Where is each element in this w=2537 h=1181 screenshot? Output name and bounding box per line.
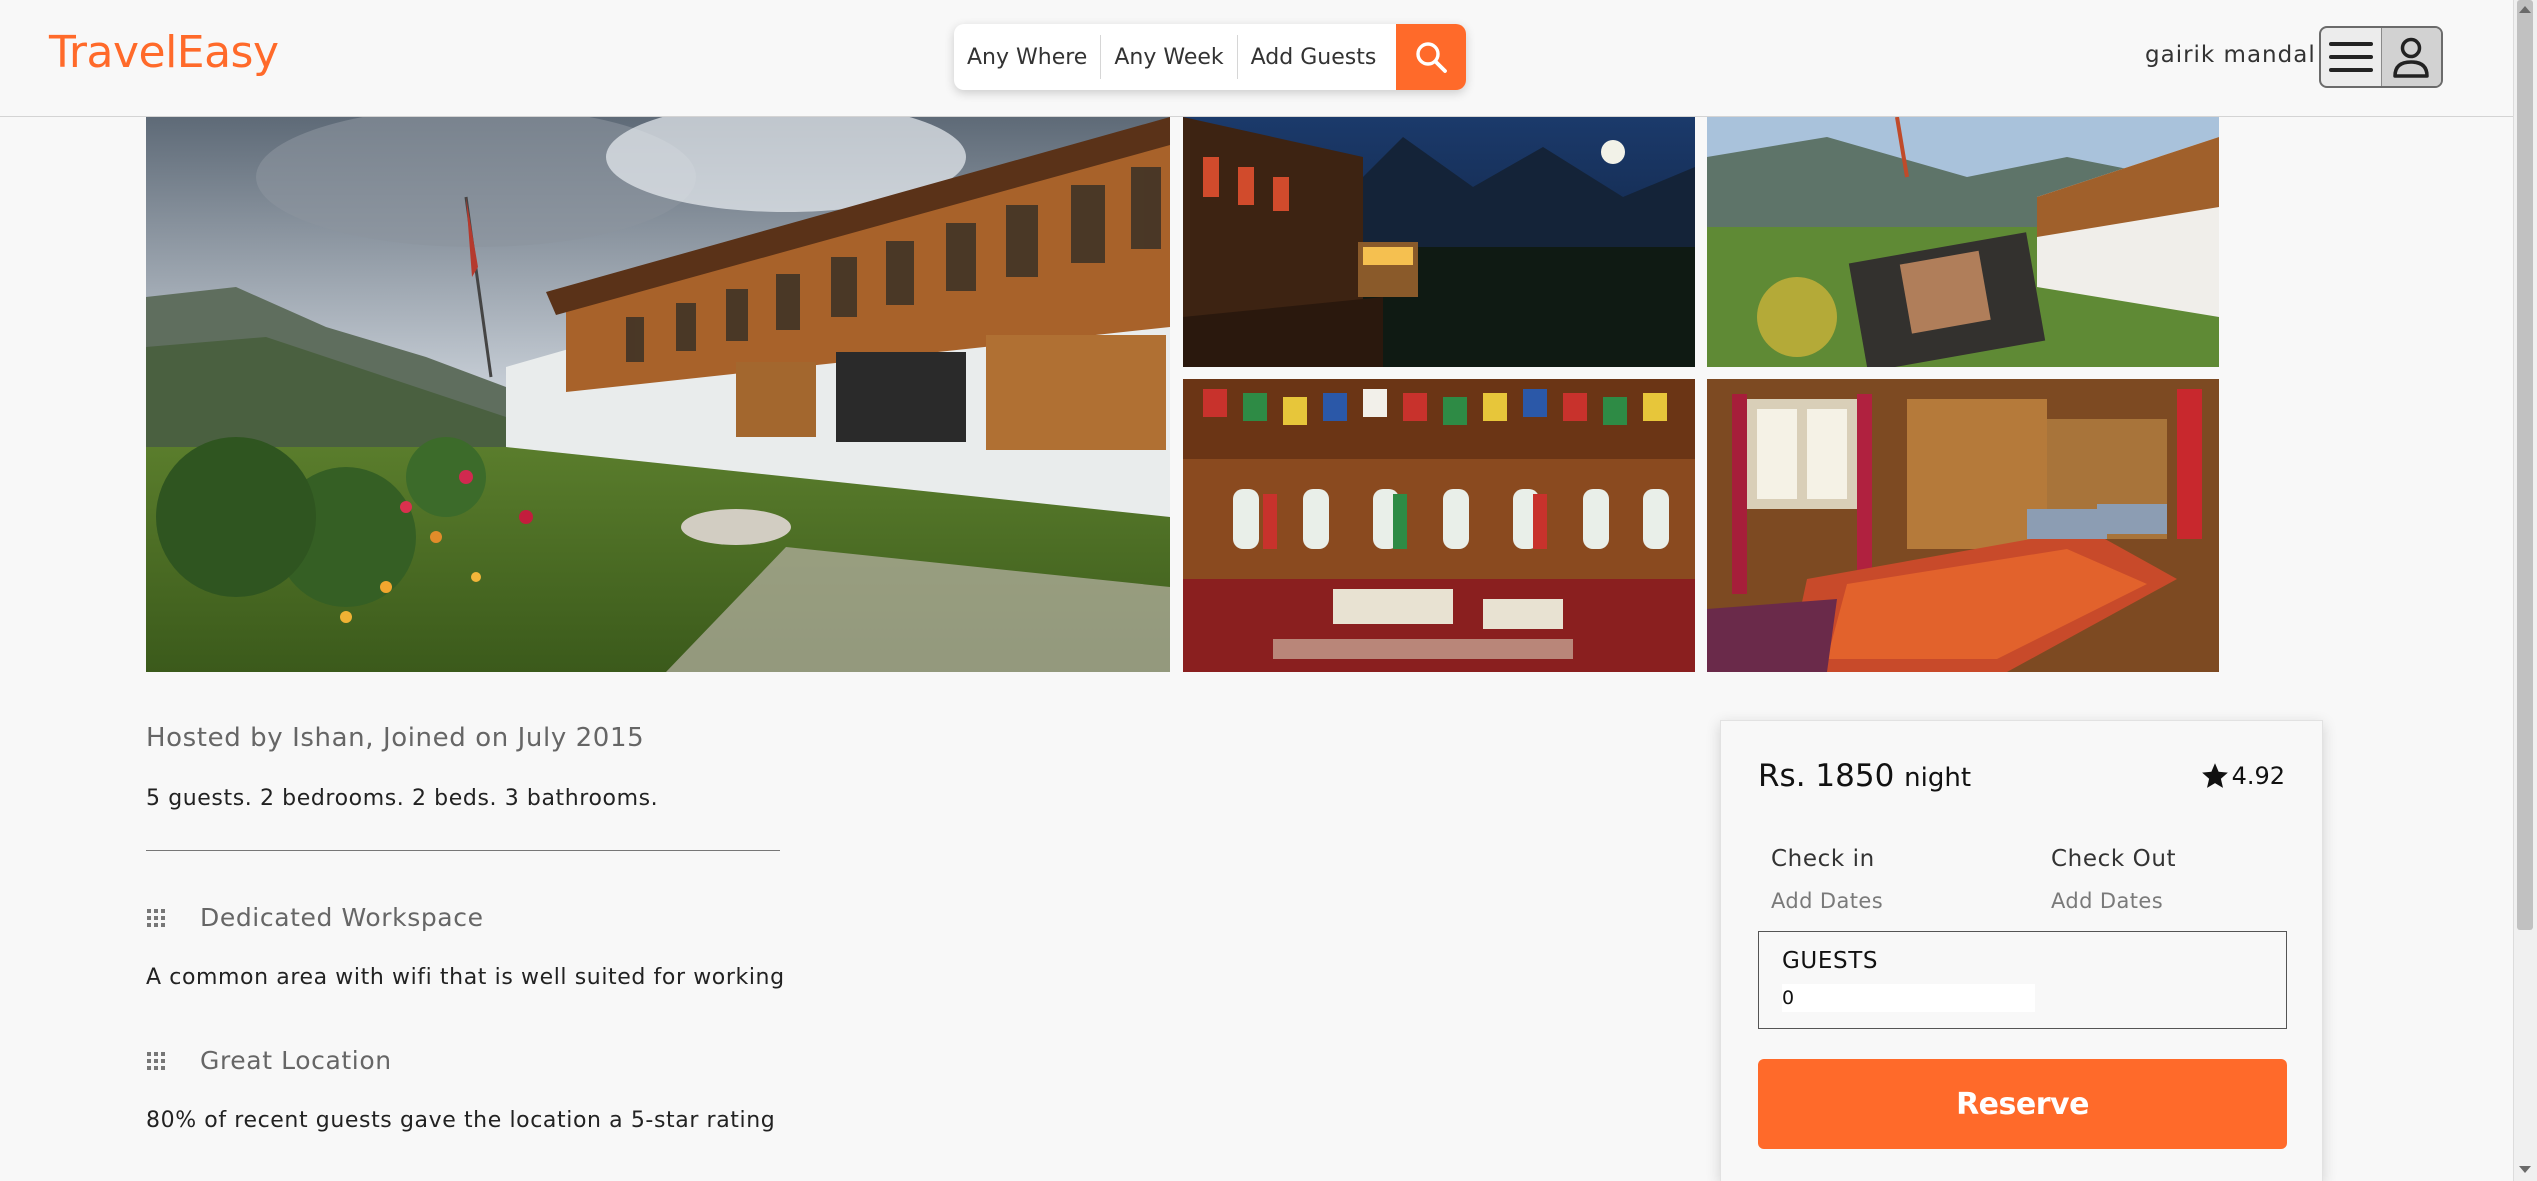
grid-icon (146, 1051, 166, 1071)
logo[interactable]: TravelEasy (49, 27, 279, 78)
username: gairik mandal (2145, 42, 2316, 68)
top-navbar: TravelEasy Any Where Any Week Add Guests… (0, 0, 2513, 117)
check-out-field[interactable]: Add Dates (2051, 889, 2163, 913)
profile-button[interactable] (2380, 28, 2441, 86)
feature-description-location: 80% of recent guests gave the location a… (146, 1108, 776, 1133)
hamburger-icon (2328, 42, 2373, 72)
listing-summary: 5 guests. 2 bedrooms. 2 beds. 3 bathroom… (146, 786, 659, 811)
feature-description-workspace: A common area with wifi that is well sui… (146, 965, 785, 990)
price-unit: night (1904, 763, 1972, 793)
grid-icon (146, 908, 166, 928)
search-button[interactable] (1396, 24, 1466, 90)
scroll-up-arrow-icon[interactable] (2519, 6, 2531, 13)
listing-photo-night-balcony[interactable] (1183, 117, 1695, 367)
listing-photo-book-garden[interactable] (1707, 117, 2219, 367)
price: Rs. 1850 night (1758, 758, 1971, 794)
search-bar[interactable]: Any Where Any Week Add Guests (954, 24, 1466, 90)
booking-card: Rs. 1850 night 4.92 Check in Add Dates C… (1720, 720, 2323, 1181)
check-in-field[interactable]: Add Dates (1771, 889, 1883, 913)
search-icon (1416, 42, 1447, 73)
feature-title-text: Great Location (200, 1046, 392, 1075)
price-amount: Rs. 1850 (1758, 758, 1895, 794)
scrollbar-thumb[interactable] (2517, 0, 2533, 930)
scroll-down-arrow-icon[interactable] (2519, 1166, 2531, 1173)
listing-photo-main[interactable] (146, 117, 1170, 672)
feature-title-text: Dedicated Workspace (200, 903, 484, 932)
listing-photo-bedroom[interactable] (1707, 379, 2219, 672)
search-guests-button[interactable]: Add Guests (1238, 35, 1390, 79)
hamburger-menu[interactable] (2321, 28, 2381, 86)
guests-label: GUESTS (1782, 948, 1879, 974)
rating-value: 4.92 (2231, 762, 2285, 790)
feature-title-location: Great Location (146, 1046, 392, 1075)
reserve-button[interactable]: Reserve (1758, 1059, 2287, 1149)
guests-field[interactable]: GUESTS (1758, 931, 2287, 1029)
rating: 4.92 (2200, 761, 2285, 791)
user-menu-button[interactable] (2319, 26, 2443, 88)
search-week-button[interactable]: Any Week (1101, 35, 1238, 79)
listing-photo-common-room[interactable] (1183, 379, 1695, 672)
feature-title-workspace: Dedicated Workspace (146, 903, 484, 932)
divider (146, 850, 780, 851)
check-in-label: Check in (1771, 846, 1875, 872)
search-where-button[interactable]: Any Where (954, 35, 1102, 79)
check-out-label: Check Out (2051, 846, 2177, 872)
host-info: Hosted by Ishan, Joined on July 2015 (146, 723, 645, 753)
star-icon (2201, 763, 2228, 788)
user-icon (2393, 37, 2430, 78)
guests-input[interactable] (1782, 984, 2035, 1012)
